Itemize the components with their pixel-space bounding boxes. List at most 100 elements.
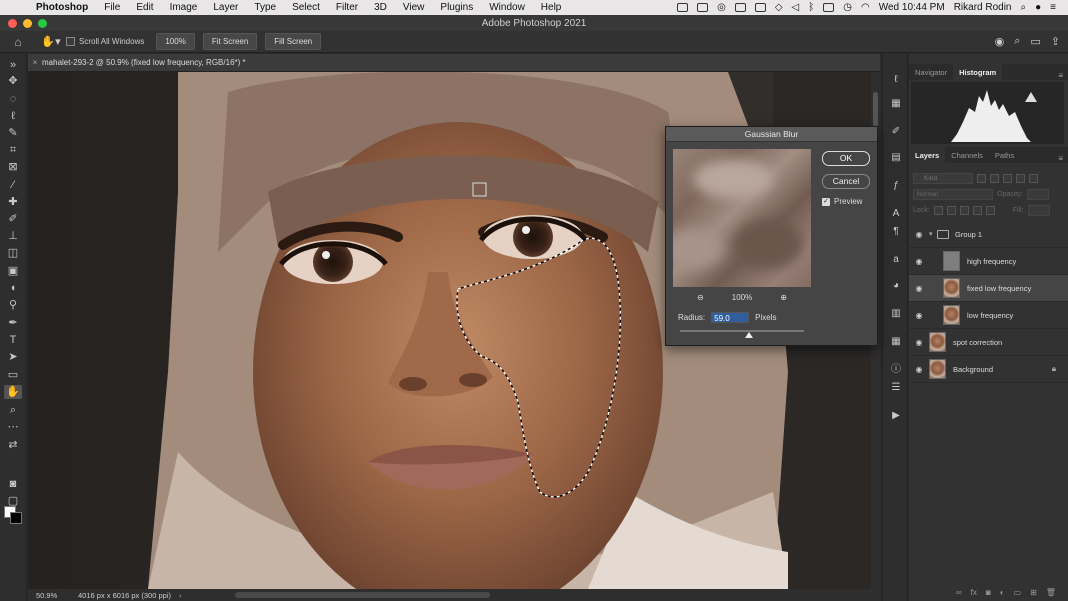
adjustment-layer-icon[interactable]: ◐ — [1000, 588, 1005, 601]
zoom-tool-icon[interactable]: ⌕ — [4, 403, 22, 417]
share-icon[interactable]: ⇪ — [1051, 35, 1060, 48]
dodge-tool-icon[interactable]: ⚲ — [4, 298, 22, 312]
menu-view[interactable]: View — [395, 2, 433, 13]
quick-select-tool-icon[interactable]: ✎ — [4, 126, 22, 140]
actions-panel-icon[interactable]: ƒ — [889, 180, 903, 192]
bluetooth-icon[interactable]: ᛒ — [808, 2, 814, 13]
radius-slider-knob[interactable] — [745, 332, 754, 338]
menu-file[interactable]: File — [96, 2, 128, 13]
tab-histogram[interactable]: Histogram — [953, 64, 1003, 80]
visibility-eye-icon[interactable]: ◉ — [909, 365, 929, 374]
close-document-icon[interactable]: × — [28, 58, 42, 67]
group-expand-chevron-icon[interactable]: ▾ — [929, 230, 937, 238]
fill-screen-button[interactable]: Fill Screen — [265, 33, 322, 50]
minimize-window-button[interactable] — [23, 19, 32, 28]
learn-panel-icon[interactable]: ℓ — [889, 74, 903, 86]
blend-mode-select[interactable]: Normal — [913, 188, 993, 200]
blur-preview-image[interactable] — [673, 149, 811, 287]
cancel-button[interactable]: Cancel — [822, 174, 870, 189]
info-panel-icon[interactable]: ⓘ — [889, 364, 903, 376]
menu-window[interactable]: Window — [481, 2, 533, 13]
tab-navigator[interactable]: Navigator — [909, 64, 953, 80]
layer-kind-filter[interactable]: Kind — [913, 172, 973, 184]
hand-tool-preset-icon[interactable]: ✋▾ — [36, 35, 66, 48]
eyedropper-tool-icon[interactable]: ⁄ — [4, 178, 22, 192]
tab-channels[interactable]: Channels — [945, 147, 989, 163]
user-account-icon[interactable]: ◉ — [995, 35, 1005, 48]
fill-field[interactable] — [1027, 204, 1050, 216]
clone-stamp-tool-icon[interactable]: ⊥ — [4, 229, 22, 243]
panel-menu-icon[interactable]: ≡ — [1058, 71, 1068, 80]
delete-layer-icon[interactable]: 🗑︎ — [1046, 588, 1056, 601]
link-layers-icon[interactable]: ∞ — [956, 588, 962, 601]
menu-type[interactable]: Type — [246, 2, 284, 13]
menu-plugins[interactable]: Plugins — [432, 2, 481, 13]
more-tools-icon[interactable]: ⋯ — [4, 420, 22, 434]
visibility-eye-icon[interactable]: ◉ — [909, 338, 929, 347]
home-icon[interactable]: ⌂ — [0, 35, 36, 49]
menu-layer[interactable]: Layer — [205, 2, 246, 13]
time-machine-icon[interactable]: ◷ — [843, 2, 852, 13]
adjustments-panel-icon[interactable]: ☰ — [889, 382, 903, 394]
display-icon[interactable] — [734, 3, 746, 12]
layer-row-spot-correction[interactable]: ◉ spot correction — [909, 329, 1068, 356]
layer-row-low-frequency[interactable]: ◉ low frequency — [909, 302, 1068, 329]
hand-tool-icon[interactable]: ✋ — [4, 385, 22, 399]
visibility-eye-icon[interactable]: ◉ — [909, 284, 929, 293]
creative-cloud-icon[interactable]: ◎ — [717, 2, 726, 13]
horizontal-scroll-thumb[interactable] — [235, 592, 490, 598]
maximize-window-button[interactable] — [38, 19, 47, 28]
healing-brush-tool-icon[interactable]: ✚ — [4, 195, 22, 209]
visibility-eye-icon[interactable]: ◉ — [909, 257, 929, 266]
character-panel-icon[interactable]: A — [889, 208, 903, 220]
filter-adjustment-icon[interactable] — [990, 173, 999, 183]
volume-icon[interactable]: ◁ — [792, 2, 800, 13]
lasso-tool-icon[interactable]: ℓ — [4, 109, 22, 123]
dialog-title[interactable]: Gaussian Blur — [666, 127, 877, 142]
brushes-panel-icon[interactable]: ✐ — [889, 126, 903, 138]
new-layer-icon[interactable]: ⊞ — [1030, 588, 1037, 601]
menubar-user[interactable]: Rikard Rodin — [954, 2, 1012, 13]
filter-pixel-icon[interactable] — [977, 173, 986, 183]
document-tab[interactable]: × mahalet-293-2 @ 50.9% (fixed low frequ… — [28, 54, 880, 72]
frame-tool-icon[interactable]: ⊠ — [4, 160, 22, 174]
menu-3d[interactable]: 3D — [366, 2, 395, 13]
zoom-level[interactable]: 50.9% — [28, 591, 68, 600]
menu-help[interactable]: Help — [533, 2, 570, 13]
keyboard-icon[interactable] — [754, 3, 766, 12]
layers-panel-menu-icon[interactable]: ≡ — [1058, 154, 1068, 163]
preview-checkbox-row[interactable]: ✓ Preview — [822, 197, 862, 206]
filter-smart-object-icon[interactable] — [1029, 173, 1038, 183]
path-select-tool-icon[interactable]: ➤ — [4, 350, 22, 364]
quick-mask-icon[interactable]: ◙ — [4, 477, 22, 491]
patterns-panel-icon[interactable]: ▦ — [889, 336, 903, 348]
visibility-eye-icon[interactable]: ◉ — [909, 230, 929, 239]
menu-edit[interactable]: Edit — [128, 2, 161, 13]
tab-layers[interactable]: Layers — [909, 147, 946, 163]
new-group-icon[interactable]: ▭ — [1014, 588, 1022, 601]
search-icon[interactable]: ⌕ — [1014, 35, 1020, 48]
screen-mode-icon[interactable]: ▢ — [4, 494, 22, 508]
libraries-panel-icon[interactable]: ▤ — [889, 152, 903, 164]
zoom-100-button[interactable]: 100% — [156, 33, 195, 50]
zoom-out-icon[interactable]: ⊖ — [697, 293, 704, 302]
layer-style-icon[interactable]: fx — [971, 588, 977, 601]
dropbox-icon[interactable]: ◇ — [775, 2, 783, 13]
filter-shape-icon[interactable] — [1016, 173, 1025, 183]
radius-slider[interactable] — [680, 330, 804, 338]
fit-screen-button[interactable]: Fit Screen — [202, 33, 258, 50]
eraser-tool-icon[interactable]: ◫ — [4, 246, 22, 260]
status-menu-arrow-icon[interactable]: › — [171, 591, 182, 600]
glyphs-panel-icon[interactable]: a — [889, 254, 903, 266]
swatches-panel-icon[interactable]: ▦ — [889, 98, 903, 110]
filter-type-icon[interactable] — [1003, 173, 1012, 183]
opacity-field[interactable] — [1026, 188, 1049, 200]
lock-all-icon[interactable] — [985, 205, 995, 215]
blur-tool-icon[interactable]: ◖ — [4, 281, 22, 295]
lock-position-icon[interactable] — [959, 205, 969, 215]
gradient-tool-icon[interactable]: ▣ — [4, 264, 22, 278]
pen-tool-icon[interactable]: ✒ — [4, 316, 22, 330]
control-center-icon[interactable]: ≡ — [1050, 2, 1056, 13]
zoom-in-icon[interactable]: ⊕ — [780, 293, 787, 302]
radius-input[interactable]: 59.0 — [711, 312, 750, 323]
